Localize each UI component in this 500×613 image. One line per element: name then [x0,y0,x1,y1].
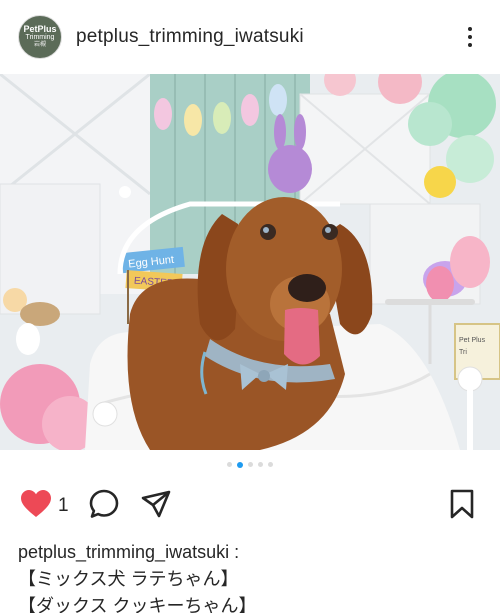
caption-username[interactable]: petplus_trimming_iwatsuki : [18,539,488,566]
post-photo[interactable]: Pet Plus Tri Egg Hunt EASTER [0,74,500,450]
avatar-logo-line3: 岩槻 [33,42,46,48]
post-caption: petplus_trimming_iwatsuki : 【ミックス犬 ラテちゃん… [18,539,488,613]
avatar[interactable]: PetPlus Trimming 岩槻 [18,15,62,59]
carousel-dot[interactable] [268,462,273,467]
carousel-dot[interactable] [248,462,253,467]
heart-filled-icon[interactable] [18,486,54,522]
frame-text-1: Pet Plus [459,337,486,344]
carousel-dot[interactable] [258,462,263,467]
post-header: PetPlus Trimming 岩槻 petplus_trimming_iwa… [0,0,500,74]
avatar-logo-line1: PetPlus [23,24,57,34]
avatar-logo-line2: Trimming [25,34,55,41]
caption-line: 【ダックス クッキーちゃん】 [18,596,257,613]
comment-icon[interactable] [86,486,122,522]
more-vertical-icon[interactable] [460,24,480,52]
carousel-dot-active[interactable] [237,461,243,468]
carousel-dot[interactable] [227,462,232,467]
action-bar: 1 [0,486,500,526]
send-icon[interactable] [138,486,174,522]
frame-text-2: Tri [459,349,467,356]
bookmark-icon[interactable] [444,486,480,522]
like-count: 1 [58,495,69,516]
carousel-dots [0,461,500,470]
caption-line: 【ミックス犬 ラテちゃん】 [18,569,239,589]
post-username[interactable]: petplus_trimming_iwatsuki [76,26,304,48]
